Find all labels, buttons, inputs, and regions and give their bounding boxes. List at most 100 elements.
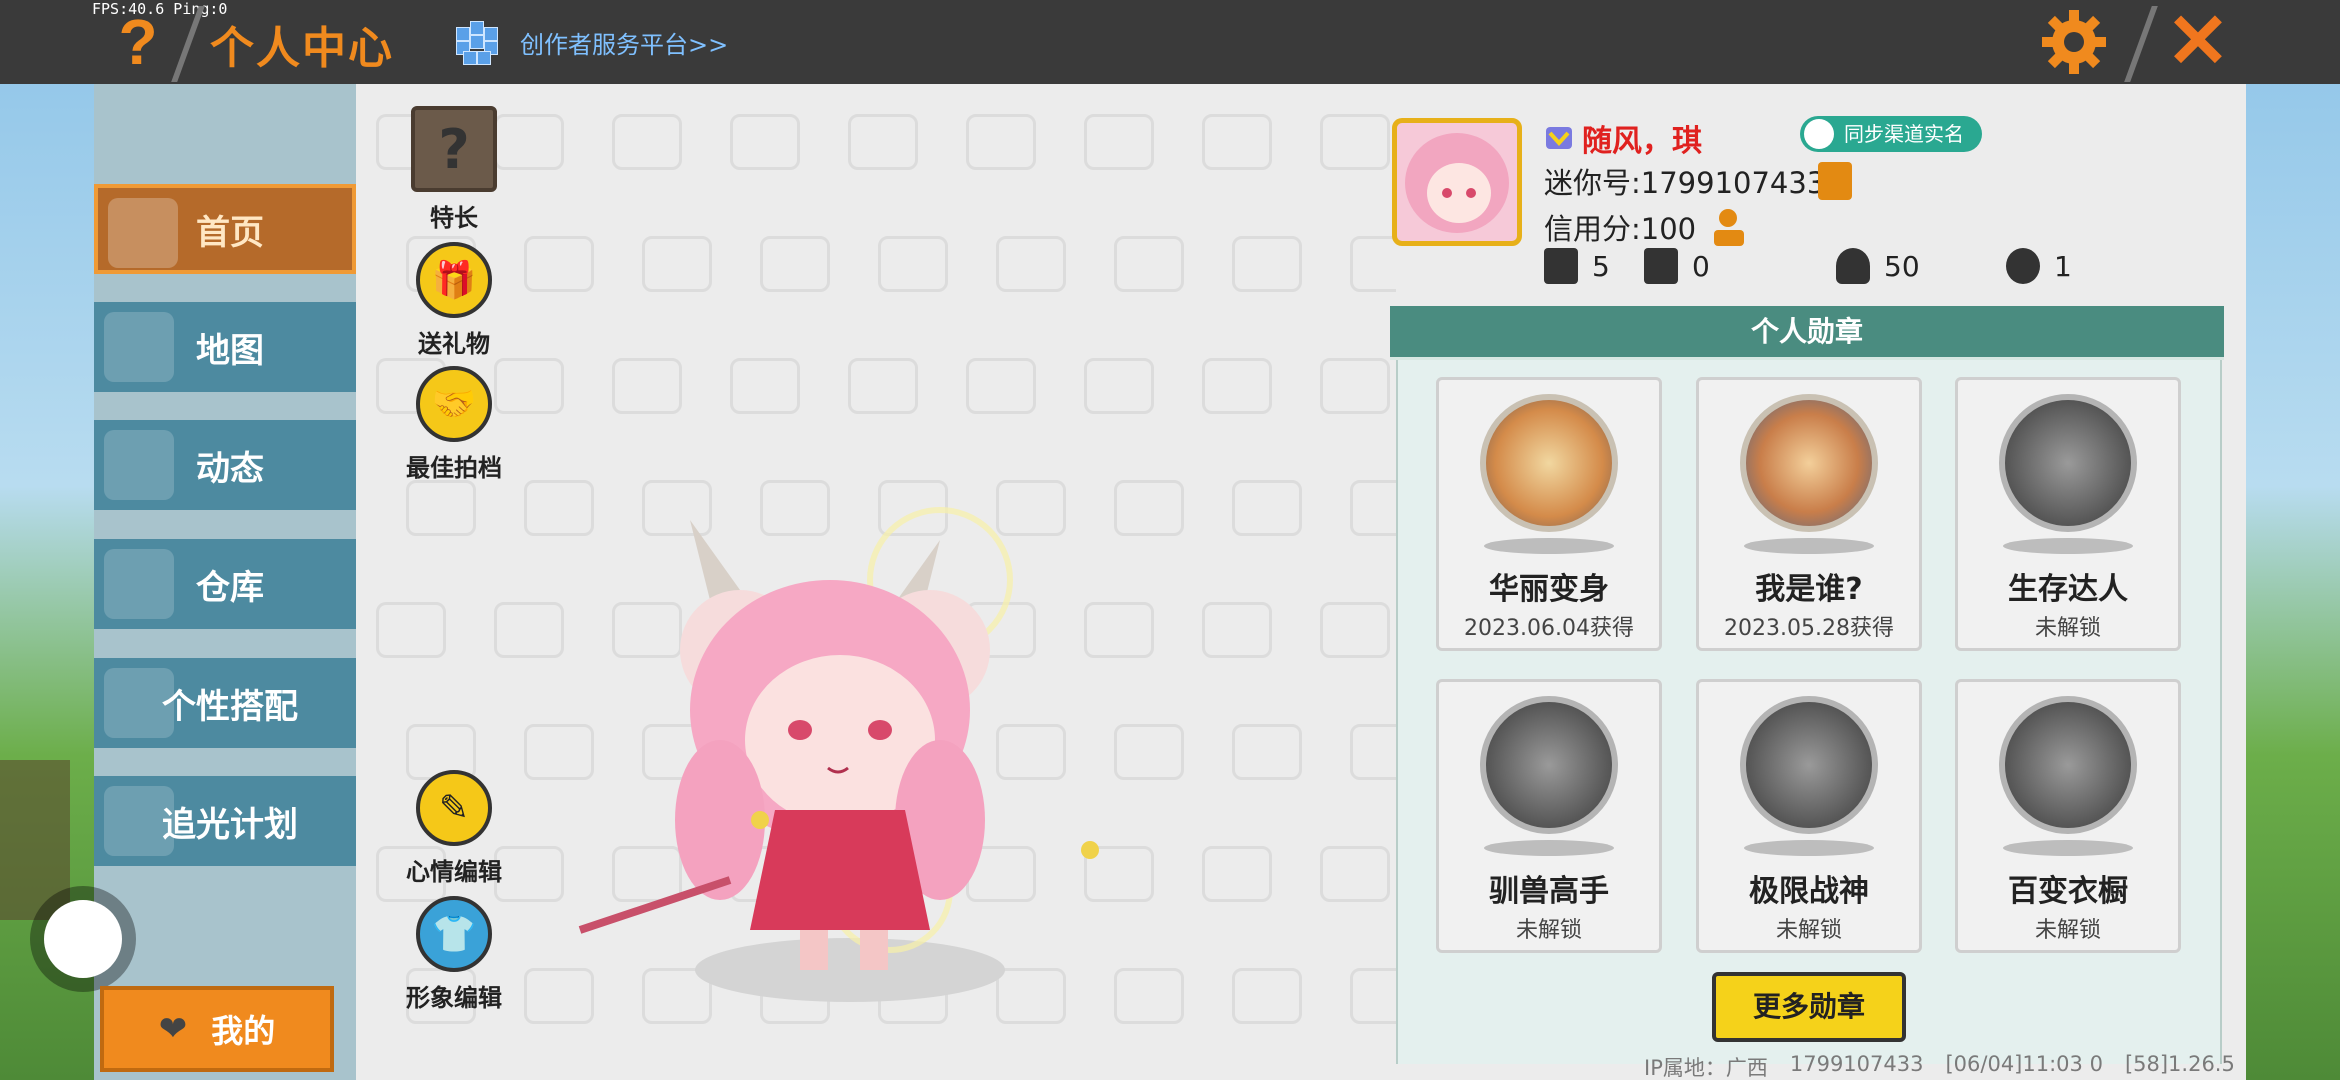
pattern-tile — [1084, 114, 1154, 170]
medal-card[interactable]: 极限战神 未解锁 — [1696, 679, 1922, 953]
stat-value: 50 — [1884, 249, 1920, 283]
terrain-block — [0, 760, 70, 920]
sidebar-item-storage[interactable]: 仓库 — [94, 539, 356, 629]
pattern-tile — [878, 236, 948, 292]
page-title: 个人中心 — [210, 23, 394, 74]
specialty-label: 特长 — [430, 204, 478, 232]
medal-shadow — [1484, 538, 1614, 554]
sidebar-item-feed[interactable]: 动态 — [94, 420, 356, 510]
send-gift-button[interactable]: 🎁 送礼物 — [399, 242, 509, 359]
footer-info: IP属地：广西 1799107433 [06/04]11:03 0 [58]1.… — [1644, 1052, 2235, 1080]
heart-icon — [2006, 248, 2040, 284]
timestamp: [06/04]11:03 0 — [1945, 1052, 2103, 1076]
medal-wardrobe-icon — [1999, 696, 2137, 834]
heart-icon: ❤ — [158, 1009, 188, 1049]
joystick-handle[interactable] — [44, 900, 122, 978]
pattern-tile — [1232, 480, 1302, 536]
mood-edit-button[interactable]: ✎ 心情编辑 — [399, 770, 509, 887]
stat-value: 5 — [1592, 249, 1610, 283]
medal-name: 生存达人 — [2008, 572, 2128, 607]
medal-rider-icon — [1480, 696, 1618, 834]
pattern-tile — [1350, 724, 1396, 780]
sidebar-item-label: 动态 — [196, 448, 264, 489]
medal-boss-icon — [1740, 696, 1878, 834]
medal-status: 未解锁 — [1775, 918, 1842, 943]
pattern-tile — [494, 602, 564, 658]
pattern-tile — [1202, 358, 1272, 414]
fans-icon — [1644, 248, 1678, 284]
pattern-tile — [612, 358, 682, 414]
pattern-tile — [996, 236, 1066, 292]
pattern-tile — [1320, 846, 1390, 902]
stat-fans[interactable]: 0 — [1644, 248, 1710, 284]
specialty-button[interactable]: ? 特长 — [399, 106, 509, 233]
medal-status: 2023.05.28获得 — [1724, 616, 1894, 641]
player-name: 随风，琪 — [1582, 124, 1702, 159]
medal-card[interactable]: 驯兽高手 未解锁 — [1436, 679, 1662, 953]
avatar[interactable] — [1392, 118, 1522, 246]
look-edit-button[interactable]: 👕 形象编辑 — [399, 896, 509, 1013]
copy-icon[interactable] — [1818, 162, 1852, 200]
pattern-tile — [612, 114, 682, 170]
help-button[interactable]: ? — [108, 8, 168, 76]
pattern-tile — [1320, 358, 1390, 414]
sidebar-item-home[interactable]: 首页 — [94, 184, 356, 274]
house-icon — [104, 549, 174, 619]
cube-logo-icon — [456, 17, 506, 67]
sync-realname-button[interactable]: 同步渠道实名 — [1800, 116, 1982, 152]
credit-score: 信用分:100 — [1544, 212, 1697, 246]
me-button[interactable]: ❤ 我的 — [100, 986, 334, 1072]
sidebar-item-label: 仓库 — [196, 567, 264, 608]
medal-name: 驯兽高手 — [1489, 874, 1609, 909]
pattern-tile — [1232, 968, 1302, 1024]
medal-shadow — [1744, 538, 1874, 554]
pattern-tile — [1350, 236, 1396, 292]
sidebar-item-lightchase[interactable]: 追光计划 — [94, 776, 356, 866]
medal-shadow — [2003, 840, 2133, 856]
medal-name: 华丽变身 — [1489, 572, 1609, 607]
player-name-row: 随风，琪 — [1544, 116, 1702, 160]
medal-card[interactable]: 生存达人 未解锁 — [1955, 377, 2181, 651]
medal-name: 百变衣橱 — [2008, 874, 2128, 909]
medal-card[interactable]: 我是谁? 2023.05.28获得 — [1696, 377, 1922, 651]
pattern-tile — [1320, 114, 1390, 170]
pattern-tile — [376, 602, 446, 658]
stat-value: 1 — [2054, 249, 2072, 283]
plan-icon — [104, 786, 174, 856]
home-icon — [108, 198, 178, 268]
pattern-tile — [406, 480, 476, 536]
me-label: 我的 — [211, 1012, 276, 1050]
divider — [2124, 6, 2158, 82]
map-icon — [104, 312, 174, 382]
pattern-tile — [1114, 480, 1184, 536]
pattern-tile — [1114, 968, 1184, 1024]
sidebar-item-outfit[interactable]: 个性搭配 — [94, 658, 356, 748]
sidebar-item-map[interactable]: 地图 — [94, 302, 356, 392]
stat-value: 0 — [1692, 249, 1710, 283]
stat-bookmarks[interactable]: 5 — [1544, 248, 1610, 284]
medal-shadow — [2003, 538, 2133, 554]
medal-card[interactable]: 华丽变身 2023.06.04获得 — [1436, 377, 1662, 651]
medal-shadow — [1484, 840, 1614, 856]
medal-status: 未解锁 — [1515, 918, 1582, 943]
version: [58]1.26.5 — [2124, 1052, 2235, 1076]
user-verify-icon — [1804, 119, 1834, 149]
close-button[interactable]: ✕ — [2160, 4, 2236, 80]
gear-icon[interactable] — [2040, 8, 2108, 76]
bookmark-plus-icon — [1544, 248, 1578, 284]
pattern-tile — [1084, 358, 1154, 414]
more-medals-button[interactable]: 更多勋章 — [1712, 972, 1906, 1042]
pattern-tile — [848, 358, 918, 414]
player-character[interactable] — [560, 500, 1120, 1020]
pattern-tile — [1114, 236, 1184, 292]
stat-popularity[interactable]: 50 — [1836, 248, 1920, 284]
stat-likes[interactable]: 1 — [2006, 248, 2072, 284]
best-partner-button[interactable]: 🤝 最佳拍档 — [399, 366, 509, 483]
outfit-icon — [104, 668, 174, 738]
medal-card[interactable]: 百变衣橱 未解锁 — [1955, 679, 2181, 953]
pattern-tile — [848, 114, 918, 170]
pattern-tile — [1350, 968, 1396, 1024]
creator-platform-link[interactable]: 创作者服务平台>> — [456, 14, 728, 70]
sidebar-item-label: 个性搭配 — [162, 686, 298, 727]
credit-user-icon[interactable] — [1710, 206, 1752, 248]
